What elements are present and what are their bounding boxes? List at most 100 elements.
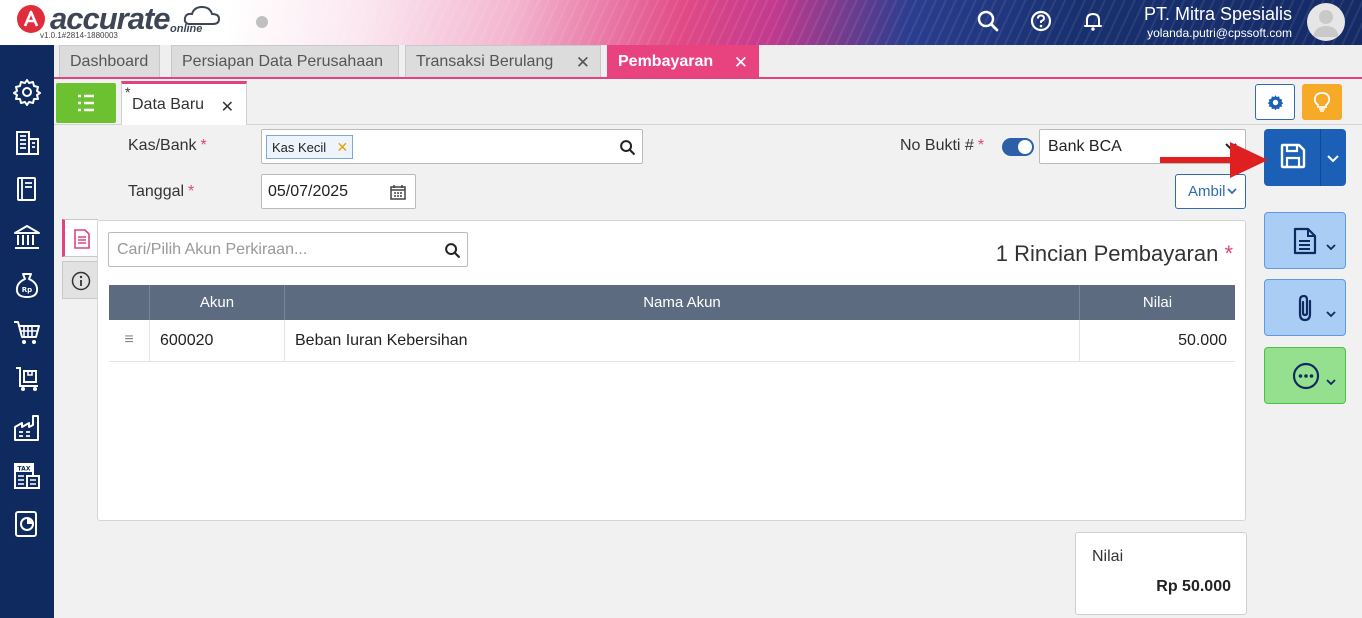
drag-handle-icon[interactable]: ≡ — [109, 320, 150, 362]
status-dot — [256, 16, 268, 28]
detail-panel: 1 Rincian Pembayaran * Akun Nama Akun Ni… — [97, 220, 1246, 521]
info-icon — [71, 271, 91, 291]
kas-bank-value: Kas Kecil — [272, 140, 327, 155]
detail-tab[interactable] — [62, 219, 98, 257]
document-icon — [74, 229, 90, 249]
logo-text: accurate — [50, 1, 171, 36]
tab-persiapan-data-perusahaan[interactable]: Persiapan Data Perusahaan — [171, 45, 399, 77]
kas-bank-label-text: Kas/Bank — [128, 137, 197, 154]
akun-search-input[interactable] — [109, 233, 429, 266]
unsaved-marker: * — [125, 84, 131, 100]
inventory-icon[interactable] — [13, 365, 41, 393]
info-tab[interactable] — [62, 261, 98, 299]
tanggal-label: Tanggal * — [128, 183, 194, 201]
settings-button[interactable] — [1255, 84, 1295, 120]
kas-bank-chip[interactable]: Kas Kecil ✕ — [266, 135, 354, 159]
more-actions-button[interactable] — [1264, 347, 1346, 404]
floppy-disk-icon — [1280, 143, 1306, 169]
list-icon — [78, 94, 94, 112]
total-box: Nilai Rp 50.000 — [1075, 532, 1247, 615]
factory-icon[interactable] — [13, 414, 41, 442]
search-icon[interactable] — [619, 139, 636, 156]
close-icon[interactable]: ✕ — [221, 97, 234, 117]
tanggal-value: 05/07/2025 — [268, 183, 349, 200]
cell-akun[interactable]: 600020 — [150, 320, 285, 362]
accurate-logo-icon — [17, 5, 45, 33]
sidebar: Rp TAX — [0, 45, 54, 618]
subtab-label: Data Baru — [132, 96, 205, 113]
required-mark: * — [977, 137, 985, 154]
subtab-data-baru[interactable]: * Data Baru ✕ — [121, 81, 247, 125]
app-logo[interactable]: accurate — [16, 1, 171, 36]
tab-pembayaran[interactable]: Pembayaran ✕ — [607, 45, 759, 77]
tips-button[interactable] — [1302, 84, 1342, 120]
tab-label: Dashboard — [70, 53, 149, 70]
money-bag-badge: Rp — [22, 286, 32, 294]
remove-icon[interactable]: ✕ — [336, 139, 348, 156]
tab-label: Persiapan Data Perusahaan — [182, 53, 384, 70]
bank-icon[interactable] — [13, 223, 41, 251]
close-icon[interactable]: ✕ — [734, 53, 748, 73]
chevron-down-icon — [1227, 188, 1237, 195]
auto-number-toggle[interactable] — [1002, 138, 1034, 156]
company-name: PT. Mitra Spesialis — [1143, 4, 1292, 24]
tab-transaksi-berulang[interactable]: Transaksi Berulang ✕ — [405, 45, 601, 77]
company-info[interactable]: PT. Mitra Spesialis yolanda.putri@cpssof… — [1144, 3, 1292, 41]
ambil-label: Ambil — [1188, 183, 1226, 200]
gear-icon[interactable] — [13, 78, 41, 106]
tax-badge: TAX — [18, 466, 31, 473]
money-bag-icon[interactable]: Rp — [13, 271, 41, 299]
chevron-down-icon — [1326, 311, 1336, 318]
book-icon[interactable] — [13, 175, 41, 203]
no-bukti-value: Bank BCA — [1048, 138, 1122, 155]
tanggal-field[interactable]: 05/07/2025 — [261, 174, 416, 209]
gear-icon — [1267, 95, 1284, 111]
paperclip-icon — [1298, 294, 1312, 322]
table-row[interactable]: ≡ 600020 Beban Iuran Kebersihan 50.000 — [109, 320, 1235, 362]
document-icon — [1293, 227, 1317, 255]
search-icon[interactable] — [444, 242, 461, 259]
bell-icon[interactable] — [1081, 9, 1105, 33]
tanggal-label-text: Tanggal — [128, 183, 185, 200]
annotation-arrow-icon — [1160, 142, 1268, 178]
building-icon[interactable] — [13, 128, 41, 156]
user-email: yolanda.putri@cpssoft.com — [1147, 26, 1292, 40]
search-icon[interactable] — [976, 9, 1000, 33]
total-value: Rp 50.000 — [1156, 578, 1231, 595]
detail-title-text: 1 Rincian Pembayaran — [995, 241, 1219, 266]
tax-icon[interactable]: TAX — [13, 462, 41, 490]
column-nilai[interactable]: Nilai — [1080, 285, 1235, 320]
column-akun[interactable]: Akun — [150, 285, 285, 320]
kas-bank-field[interactable]: Kas Kecil ✕ — [261, 129, 643, 164]
tab-label: Transaksi Berulang — [416, 53, 554, 70]
save-button[interactable] — [1264, 129, 1346, 186]
required-mark: * — [188, 183, 195, 200]
button-split — [1320, 129, 1321, 186]
table-header: Akun Nama Akun Nilai — [109, 285, 1235, 320]
cart-icon[interactable] — [13, 318, 41, 346]
attachment-button[interactable] — [1264, 279, 1346, 336]
list-view-button[interactable] — [56, 83, 116, 123]
print-button[interactable] — [1264, 212, 1346, 269]
column-nama-akun[interactable]: Nama Akun — [285, 285, 1080, 320]
akun-search[interactable] — [108, 232, 468, 267]
app-header: accurate online v1.0.1#2814-1880003 PT. … — [0, 0, 1362, 45]
chevron-down-icon[interactable] — [1327, 155, 1339, 163]
cell-nilai[interactable]: 50.000 — [1080, 320, 1235, 362]
version-text: v1.0.1#2814-1880003 — [40, 31, 118, 40]
logo-online-text: online — [170, 23, 203, 35]
required-mark: * — [1224, 241, 1233, 266]
sub-toolbar — [54, 81, 1362, 125]
tab-bar: Dashboard Persiapan Data Perusahaan Tran… — [54, 45, 1362, 79]
close-icon[interactable]: ✕ — [576, 53, 590, 73]
report-icon[interactable] — [13, 510, 41, 538]
kas-bank-label: Kas/Bank * — [128, 137, 207, 155]
more-icon — [1292, 362, 1320, 390]
avatar[interactable] — [1307, 3, 1345, 41]
tab-dashboard[interactable]: Dashboard — [59, 45, 160, 77]
calendar-icon[interactable] — [390, 184, 406, 200]
required-mark: * — [200, 137, 207, 154]
no-bukti-label-text: No Bukti # — [900, 137, 974, 154]
help-icon[interactable] — [1029, 9, 1053, 33]
cell-nama-akun[interactable]: Beban Iuran Kebersihan — [285, 320, 1080, 362]
